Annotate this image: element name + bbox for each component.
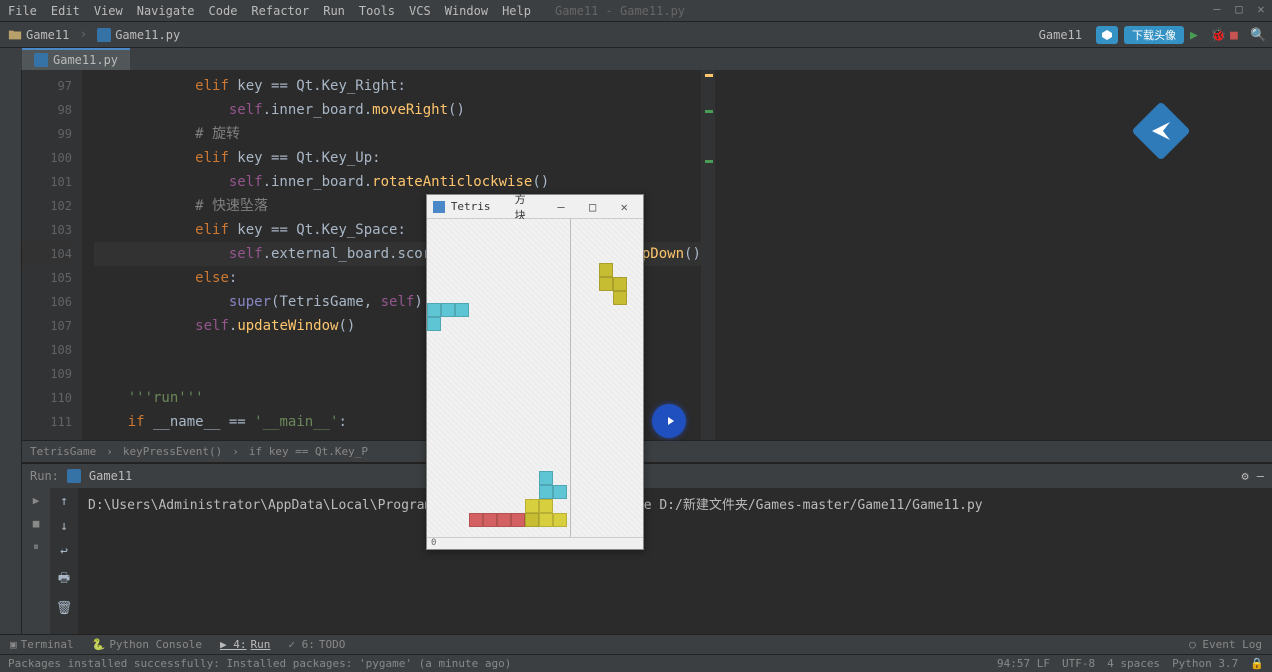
editor-tab-label: Game11.py: [53, 53, 118, 67]
menu-navigate[interactable]: Navigate: [137, 4, 195, 18]
wrap-icon[interactable]: ↩: [60, 544, 68, 559]
code-editor[interactable]: 9798991001011021031041051061071081091101…: [22, 70, 1272, 440]
run-icon[interactable]: ▶: [1190, 28, 1204, 42]
menu-help[interactable]: Help: [502, 4, 531, 18]
search-icon[interactable]: 🔍: [1250, 28, 1264, 42]
close-icon[interactable]: ✕: [611, 200, 637, 214]
lock-icon[interactable]: 🔒: [1250, 657, 1264, 670]
app-icon: [433, 201, 445, 213]
python-file-icon: [97, 28, 111, 42]
indent-selector[interactable]: 4 spaces: [1107, 657, 1160, 670]
stop-icon[interactable]: ■: [1230, 28, 1244, 42]
terminal-tool[interactable]: ▣ Terminal: [10, 638, 74, 651]
run-tool[interactable]: ▶ 4: Run: [220, 638, 270, 651]
tetris-body: [427, 219, 643, 537]
cursor-indicator: [652, 404, 686, 438]
stop-run-icon[interactable]: ■: [33, 517, 40, 530]
toolbar: Game11 › Game11.py Game11 下载头像 ▶ 🐞 ■ 🔍: [0, 22, 1272, 48]
folder-icon: [8, 28, 22, 42]
breadcrumb-class[interactable]: TetrisGame: [30, 445, 96, 458]
down-icon[interactable]: ↓: [60, 519, 68, 534]
project-title: Game11 - Game11.py: [555, 4, 685, 18]
tetris-play-board[interactable]: [427, 219, 571, 537]
todo-tool[interactable]: ✓ 6: TODO: [288, 638, 345, 651]
menu-edit[interactable]: Edit: [51, 4, 80, 18]
trash-icon[interactable]: 🗑: [56, 601, 73, 616]
pause-icon[interactable]: ⏸: [33, 540, 39, 554]
menu-run[interactable]: Run: [323, 4, 345, 18]
status-bar: Packages installed successfully: Install…: [0, 654, 1272, 672]
toolbar-right: Game11 下载头像 ▶ 🐞 ■ 🔍: [1031, 26, 1264, 44]
run-output[interactable]: D:\Users\Administrator\AppData\Local\Pro…: [78, 488, 1272, 634]
python-file-icon: [34, 53, 48, 67]
run-label: Run:: [30, 469, 59, 483]
breadcrumb-project-label: Game11: [26, 28, 69, 42]
menu-view[interactable]: View: [94, 4, 123, 18]
menu-window[interactable]: Window: [445, 4, 488, 18]
breadcrumb-block[interactable]: if key == Qt.Key_P: [249, 445, 368, 458]
breadcrumb-method[interactable]: keyPressEvent(): [123, 445, 222, 458]
tetris-next-panel: [571, 219, 643, 537]
toolbox-icon[interactable]: [1096, 26, 1118, 44]
run-nav-gutter: ↑ ↓ ↩ 🖶 🗑: [50, 488, 78, 634]
editor-tab-game11[interactable]: Game11.py: [22, 48, 130, 70]
status-message: Packages installed successfully: Install…: [8, 657, 511, 670]
menu-refactor[interactable]: Refactor: [251, 4, 309, 18]
chevron-right-icon: ›: [79, 27, 87, 42]
bottom-tool-strip: ▣ Terminal 🐍 Python Console ▶ 4: Run ✓ 6…: [0, 634, 1272, 654]
left-tool-stripe[interactable]: [0, 70, 22, 634]
tetris-status-bar: 0: [427, 537, 643, 549]
minimize-icon[interactable]: —: [1210, 2, 1224, 16]
menu-code[interactable]: Code: [209, 4, 238, 18]
debug-icon[interactable]: 🐞: [1210, 28, 1224, 42]
tetris-title-right: 方块: [515, 191, 537, 223]
menu-bar: File Edit View Navigate Code Refactor Ru…: [0, 0, 1272, 22]
code-breadcrumb: TetrisGame › keyPressEvent() › if key ==…: [22, 440, 1272, 462]
maximize-icon[interactable]: □: [580, 200, 606, 214]
encoding-selector[interactable]: UTF-8: [1062, 657, 1095, 670]
download-avatar-button[interactable]: 下载头像: [1124, 26, 1184, 44]
minimize-icon[interactable]: —: [548, 200, 574, 214]
interpreter-selector[interactable]: Python 3.7: [1172, 657, 1238, 670]
menu-tools[interactable]: Tools: [359, 4, 395, 18]
window-controls: — □ ✕: [1210, 2, 1268, 16]
python-file-icon: [67, 469, 81, 483]
print-icon[interactable]: 🖶: [58, 569, 70, 591]
run-header: Run: Game11 ⚙ —: [22, 464, 1272, 488]
caret-position[interactable]: 94:57 LF: [997, 657, 1050, 670]
menu-vcs[interactable]: VCS: [409, 4, 431, 18]
gear-icon[interactable]: ⚙: [1242, 469, 1249, 483]
minimize-panel-icon[interactable]: —: [1257, 469, 1264, 483]
rerun-icon[interactable]: ▶: [33, 494, 40, 507]
editor-right-markers[interactable]: [701, 70, 715, 440]
tetris-game-window[interactable]: Tetris 方块 — □ ✕ 0: [426, 194, 644, 550]
maximize-icon[interactable]: □: [1232, 2, 1246, 16]
tetris-titlebar[interactable]: Tetris 方块 — □ ✕: [427, 195, 643, 219]
event-log-tool[interactable]: ○ Event Log: [1189, 638, 1262, 651]
python-console-tool[interactable]: 🐍 Python Console: [92, 638, 202, 651]
line-number-gutter: 9798991001011021031041051061071081091101…: [22, 70, 82, 440]
breadcrumb-project[interactable]: Game11: [8, 28, 69, 42]
up-icon[interactable]: ↑: [60, 494, 68, 509]
run-tab-name[interactable]: Game11: [89, 469, 132, 483]
run-config-selector[interactable]: Game11: [1031, 26, 1090, 44]
breadcrumb-file-label: Game11.py: [115, 28, 180, 42]
close-icon[interactable]: ✕: [1254, 2, 1268, 16]
run-tool-window: Run: Game11 ⚙ — ▶ ■ ⏸ ↑ ↓: [22, 462, 1272, 634]
menu-file[interactable]: File: [8, 4, 37, 18]
tetris-title-left: Tetris: [451, 200, 491, 213]
breadcrumb-file[interactable]: Game11.py: [97, 28, 180, 42]
run-action-gutter: ▶ ■ ⏸: [22, 488, 50, 634]
editor-tabs: Game11.py: [0, 48, 1272, 70]
